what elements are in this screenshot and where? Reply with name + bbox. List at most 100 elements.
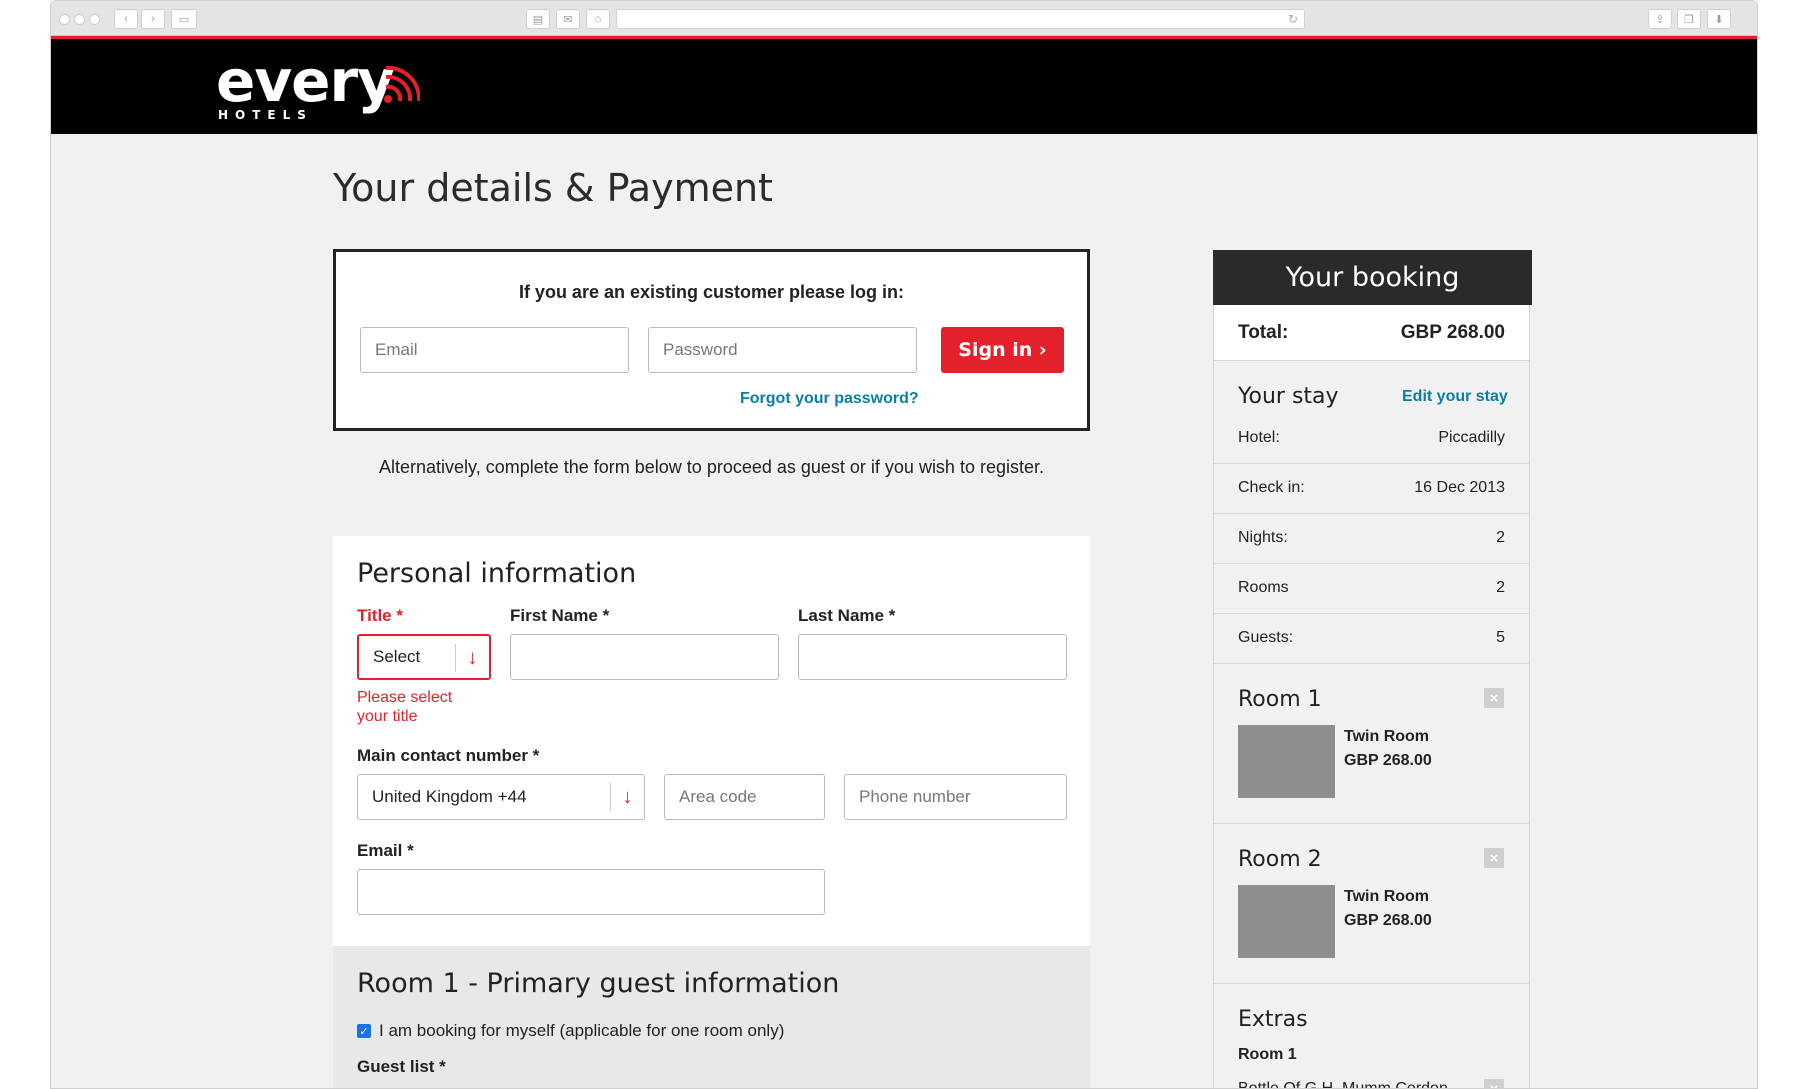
divider [1214, 463, 1529, 464]
total-value: GBP 268.00 [1400, 322, 1505, 343]
logo-sub: HOTELS [218, 108, 313, 122]
first-name-label: First Name * [510, 606, 610, 625]
country-code-select[interactable]: United Kingdom +44 ↓ [357, 774, 645, 820]
row-label: Rooms [1238, 579, 1289, 596]
sign-in-button[interactable]: Sign in › [941, 327, 1064, 373]
room-2-price: GBP 268.00 [1344, 912, 1432, 929]
room-1-type: Twin Room [1344, 728, 1430, 745]
divider [1214, 513, 1529, 514]
login-box: If you are an existing customer please l… [333, 249, 1090, 431]
room-2-title: Room 2 [1238, 847, 1322, 872]
room-2-thumbnail [1238, 885, 1335, 958]
back-icon[interactable]: ‹ [114, 9, 138, 29]
phone-number-input[interactable]: Phone number [844, 774, 1067, 820]
login-password-input[interactable]: Password [648, 327, 917, 373]
print-icon[interactable]: ▤ [526, 9, 550, 29]
reload-icon[interactable]: ↻ [1288, 12, 1298, 26]
remove-extra-icon[interactable]: × [1484, 1079, 1504, 1088]
home-icon[interactable]: ⌂ [586, 9, 610, 29]
remove-room-1-icon[interactable]: × [1484, 688, 1504, 708]
share-icon[interactable]: ⇪ [1648, 9, 1672, 29]
logo-word: every [216, 47, 395, 115]
page-title: Your details & Payment [333, 166, 773, 210]
login-email-placeholder: Email [375, 340, 418, 359]
divider [1214, 613, 1529, 614]
login-heading: If you are an existing customer please l… [518, 282, 905, 302]
remove-room-2-icon[interactable]: × [1484, 848, 1504, 868]
row-label: Hotel: [1238, 429, 1280, 446]
guest-checkout-note: Alternatively, complete the form below t… [379, 457, 1044, 477]
arrow-down-icon: ↓ [610, 783, 644, 811]
booking-row-checkin: Check in: 16 Dec 2013 [1238, 479, 1505, 497]
tabs-icon[interactable]: ❐ [1677, 9, 1701, 29]
row-value: 2 [1496, 529, 1505, 546]
extras-title: Extras [1238, 1007, 1308, 1032]
stay-title: Your stay [1238, 384, 1339, 409]
first-name-input[interactable] [510, 634, 779, 680]
arrow-down-icon: ↓ [455, 644, 489, 672]
url-bar[interactable]: ↻ [616, 9, 1305, 29]
last-name-input[interactable] [798, 634, 1067, 680]
login-password-placeholder: Password [663, 340, 738, 359]
personal-information-panel: Personal information Title * Select ↓ Pl… [333, 536, 1090, 946]
area-code-input[interactable]: Area code [664, 774, 825, 820]
last-name-label: Last Name * [798, 606, 896, 625]
country-code-value: United Kingdom +44 [372, 787, 527, 806]
area-code-placeholder: Area code [679, 787, 757, 806]
guest-list-label: Guest list * [357, 1057, 446, 1076]
booking-heading: Your booking [1213, 250, 1532, 305]
title-label: Title * [357, 606, 403, 625]
minimize-window-icon[interactable] [74, 14, 85, 25]
extras-room-label: Room 1 [1238, 1046, 1297, 1063]
wifi-waves-icon [384, 65, 420, 103]
browser-window: ‹ › ▭ ▤ ✉ ⌂ ↻ ⇪ ❐ ⬇ every HOTELS Your de… [50, 0, 1758, 1089]
booking-summary: Your booking Total: GBP 268.00 Your stay… [1213, 250, 1532, 1089]
room-guest-section-title: Room 1 - Primary guest information [357, 968, 840, 999]
booking-self-checkbox[interactable]: ✓ [357, 1024, 371, 1038]
mail-icon[interactable]: ✉ [556, 9, 580, 29]
browser-toolbar: ‹ › ▭ ▤ ✉ ⌂ ↻ ⇪ ❐ ⬇ [51, 1, 1757, 36]
divider [1214, 823, 1529, 824]
email-input[interactable] [357, 869, 825, 915]
edit-stay-link[interactable]: Edit your stay [1402, 388, 1508, 406]
window-controls[interactable] [59, 14, 100, 25]
close-window-icon[interactable] [59, 14, 70, 25]
room-2-type: Twin Room [1344, 888, 1430, 905]
email-label: Email * [357, 841, 414, 860]
booking-row-hotel: Hotel: Piccadilly [1238, 429, 1505, 447]
room-1-thumbnail [1238, 725, 1335, 798]
phone-number-placeholder: Phone number [859, 787, 971, 806]
booking-self-label: I am booking for myself (applicable for … [379, 1021, 785, 1040]
row-value: 2 [1496, 579, 1505, 596]
extras-item: Bottle Of G.H. Mumm Cordon [1238, 1080, 1448, 1089]
download-icon[interactable]: ⬇ [1707, 9, 1731, 29]
forward-icon[interactable]: › [141, 9, 165, 29]
sidebar-icon[interactable]: ▭ [171, 9, 197, 29]
site-header: every HOTELS [51, 36, 1757, 134]
row-value: Piccadilly [1438, 429, 1505, 446]
row-label: Check in: [1238, 479, 1305, 496]
login-email-input[interactable]: Email [360, 327, 629, 373]
room-1-title: Room 1 [1238, 687, 1322, 712]
maximize-window-icon[interactable] [89, 14, 100, 25]
row-label: Guests: [1238, 629, 1294, 646]
room-guest-panel: Room 1 - Primary guest information ✓ I a… [333, 946, 1090, 1088]
title-select[interactable]: Select ↓ [357, 634, 491, 680]
divider [1214, 983, 1529, 984]
title-select-value: Select [373, 647, 421, 666]
row-value: 5 [1496, 629, 1505, 646]
booking-row-nights: Nights: 2 [1238, 529, 1505, 547]
total-label: Total: [1238, 322, 1289, 343]
divider [1214, 563, 1529, 564]
forgot-password-link[interactable]: Forgot your password? [740, 390, 919, 408]
row-label: Nights: [1238, 529, 1288, 546]
room-1-price: GBP 268.00 [1344, 752, 1432, 769]
contact-number-label: Main contact number * [357, 746, 540, 765]
room-1-info: Twin Room GBP 268.00 [1344, 725, 1432, 773]
personal-section-title: Personal information [357, 558, 637, 589]
booking-total-row: Total: GBP 268.00 [1214, 305, 1529, 361]
row-value: 16 Dec 2013 [1414, 479, 1505, 496]
every-hotels-logo[interactable]: every HOTELS [216, 47, 420, 123]
title-error-message: Please select your title [357, 689, 453, 725]
booking-row-rooms: Rooms 2 [1238, 579, 1505, 597]
